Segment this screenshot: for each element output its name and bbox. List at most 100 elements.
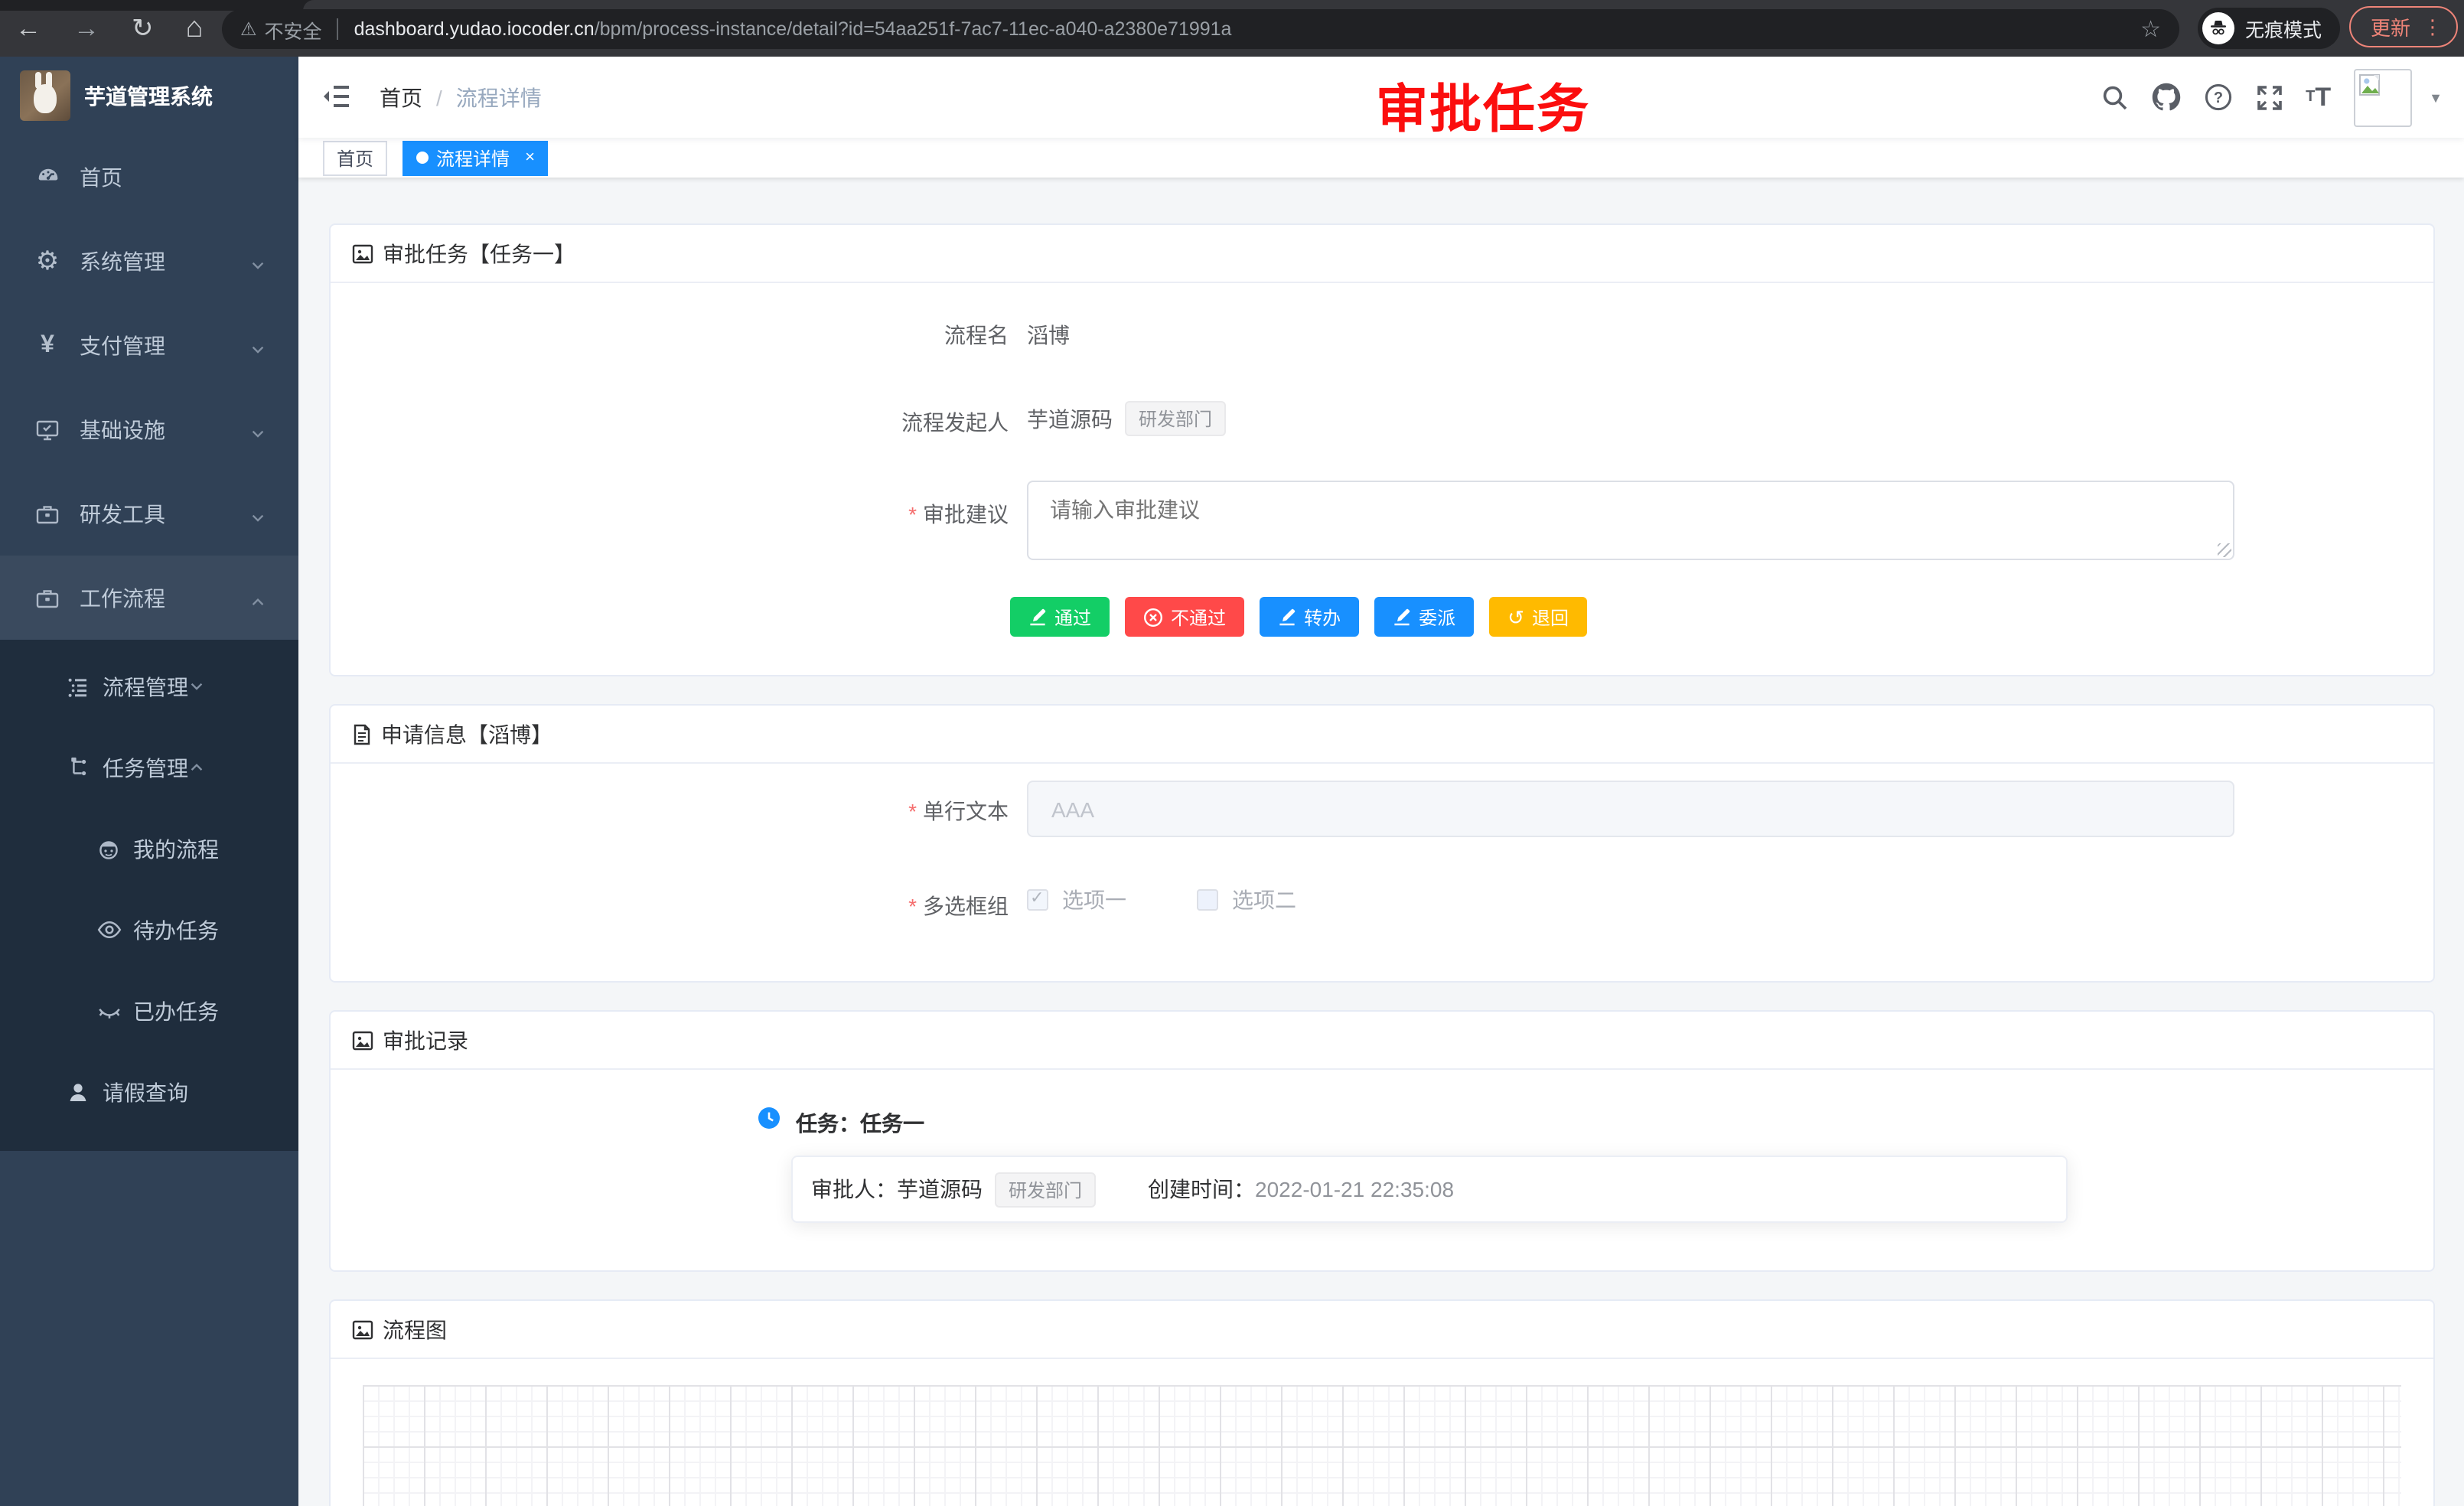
chevron-down-icon [249, 253, 266, 278]
sidebar-toggle-icon[interactable] [321, 83, 352, 118]
sidebar-item-done-tasks[interactable]: 已办任务 [0, 970, 298, 1051]
sidebar-item-my-process[interactable]: 我的流程 [0, 808, 298, 889]
process-starter-label: 流程发起人 [331, 407, 1009, 438]
browser-forward-button[interactable]: → [73, 13, 99, 44]
app-logo [20, 70, 70, 121]
sidebar-item-label: 基础设施 [80, 414, 165, 445]
update-label: 更新 [2371, 12, 2410, 41]
sidebar-item-system[interactable]: ⚙ 系统管理 [0, 219, 298, 303]
bookmark-star-icon[interactable]: ☆ [2140, 15, 2161, 43]
browser-update-menu[interactable]: 更新 ⋮ [2349, 6, 2458, 47]
toolbox-icon [31, 585, 64, 610]
edit-icon [1278, 608, 1296, 626]
monitor-icon [31, 417, 64, 442]
sidebar-item-payment[interactable]: ¥ 支付管理 [0, 303, 298, 387]
browser-toolbar: ← → ↻ ⌂ ⚠ 不安全 dashboard.yudao.iocoder.cn… [0, 0, 2464, 57]
page-content: 审批任务【任务一】 流程名 滔博 流程发起人 芋道源码 研发部门 *审批建议 通… [298, 178, 2464, 1506]
advice-textarea[interactable] [1027, 481, 2234, 560]
sidebar-item-leave-query[interactable]: 请假查询 [0, 1051, 298, 1133]
breadcrumb-separator: / [436, 85, 442, 109]
required-asterisk: * [908, 894, 917, 918]
button-label: 不通过 [1171, 604, 1226, 630]
reject-button[interactable]: 不通过 [1125, 597, 1244, 637]
record-detail-card: 审批人： 芋道源码 研发部门 创建时间： 2022-01-21 22:35:08 [791, 1156, 2068, 1223]
sidebar: 芋道管理系统 首页 ⚙ 系统管理 ¥ 支付管理 基础设施 [0, 57, 298, 1506]
bpmn-canvas-grid[interactable] [363, 1385, 2401, 1506]
url-divider [337, 18, 339, 40]
sidebar-item-workflow[interactable]: 工作流程 [0, 556, 298, 640]
avatar-broken-image[interactable] [2354, 68, 2412, 126]
close-icon[interactable]: × [525, 148, 535, 167]
fullscreen-icon[interactable] [2255, 83, 2283, 111]
single-text-input[interactable] [1027, 781, 2234, 837]
help-icon[interactable]: ? [2203, 83, 2232, 112]
tags-view-bar: 首页 流程详情 × [298, 138, 2464, 178]
sidebar-item-task-mgmt[interactable]: 任务管理 [0, 727, 298, 808]
incognito-label: 无痕模式 [2245, 14, 2322, 43]
apply-info-card: 申请信息【滔博】 *单行文本 *多选框组 选项一 选项二 [329, 704, 2435, 983]
textarea-resize-handle[interactable] [2218, 543, 2231, 557]
tag-process-detail[interactable]: 流程详情 × [403, 140, 549, 175]
github-icon[interactable] [2151, 83, 2180, 112]
return-button[interactable]: ↺ 退回 [1489, 597, 1587, 637]
breadcrumb-current: 流程详情 [456, 82, 542, 112]
gear-icon: ⚙ [31, 246, 64, 276]
process-name-value: 滔博 [1027, 320, 1070, 350]
sidebar-item-todo-tasks[interactable]: 待办任务 [0, 889, 298, 970]
checkbox-option2[interactable] [1197, 889, 1218, 911]
refresh-left-icon: ↺ [1507, 607, 1524, 627]
checkbox-group-label: *多选框组 [331, 891, 1009, 921]
font-size-icon[interactable]: TT [2306, 84, 2331, 110]
checkbox-option1[interactable] [1027, 889, 1048, 911]
card-title: 审批记录 [383, 1025, 468, 1055]
required-asterisk: * [908, 799, 917, 823]
chevron-up-icon [188, 755, 205, 780]
chevron-down-icon [249, 337, 266, 362]
address-bar[interactable]: ⚠ 不安全 dashboard.yudao.iocoder.cn /bpm/pr… [222, 9, 2179, 49]
timeline-clock-icon [758, 1107, 781, 1137]
delegate-button[interactable]: 委派 [1374, 597, 1474, 637]
approver-label: 审批人： [811, 1174, 897, 1204]
toolbox-icon [31, 501, 64, 526]
circle-close-icon [1143, 607, 1163, 627]
sidebar-item-home[interactable]: 首页 [0, 135, 298, 219]
card-title: 审批任务【任务一】 [383, 238, 575, 269]
browser-back-button[interactable]: ← [15, 13, 41, 44]
button-label: 转办 [1304, 604, 1341, 630]
transfer-button[interactable]: 转办 [1260, 597, 1359, 637]
svg-text:?: ? [2213, 90, 2222, 106]
picture-icon [352, 1029, 373, 1051]
sidebar-item-process-mgmt[interactable]: 流程管理 [0, 646, 298, 727]
tag-home[interactable]: 首页 [323, 140, 387, 175]
screenshot-stage: ← → ↻ ⌂ ⚠ 不安全 dashboard.yudao.iocoder.cn… [0, 0, 2464, 1506]
eye-open-icon [93, 917, 124, 943]
sidebar-item-label: 任务管理 [103, 752, 188, 783]
kebab-menu-icon[interactable]: ⋮ [2423, 15, 2443, 39]
created-label: 创建时间： [1148, 1174, 1255, 1204]
button-label: 委派 [1419, 604, 1455, 630]
incognito-icon [2202, 12, 2234, 44]
app-header: 首页 / 流程详情 审批任务 ? TT [298, 57, 2464, 138]
browser-home-button[interactable]: ⌂ [186, 11, 204, 45]
chevron-down-icon[interactable]: ▼ [2429, 90, 2443, 105]
browser-reload-button[interactable]: ↻ [132, 13, 154, 44]
breadcrumb-home[interactable]: 首页 [380, 82, 422, 112]
sidebar-item-infrastructure[interactable]: 基础设施 [0, 387, 298, 471]
security-label: 不安全 [265, 15, 322, 44]
chevron-down-icon [188, 674, 205, 699]
dept-tag: 研发部门 [1125, 401, 1226, 436]
process-diagram-card: 流程图 [329, 1299, 2435, 1506]
approve-button[interactable]: 通过 [1010, 597, 1110, 637]
button-label: 退回 [1532, 604, 1569, 630]
approver-value: 芋道源码 [897, 1174, 983, 1204]
sidebar-item-label: 请假查询 [103, 1077, 188, 1107]
incognito-badge: 无痕模式 [2198, 8, 2340, 49]
dashboard-icon [31, 164, 64, 190]
sidebar-item-label: 待办任务 [133, 914, 219, 945]
search-icon[interactable] [2101, 83, 2128, 111]
sidebar-item-label: 首页 [80, 161, 122, 192]
sidebar-logo-row[interactable]: 芋道管理系统 [0, 57, 298, 135]
workflow-submenu: 流程管理 任务管理 我的流程 待办任务 [0, 640, 298, 1151]
sidebar-item-devtools[interactable]: 研发工具 [0, 471, 298, 556]
app-title: 芋道管理系统 [84, 80, 213, 111]
